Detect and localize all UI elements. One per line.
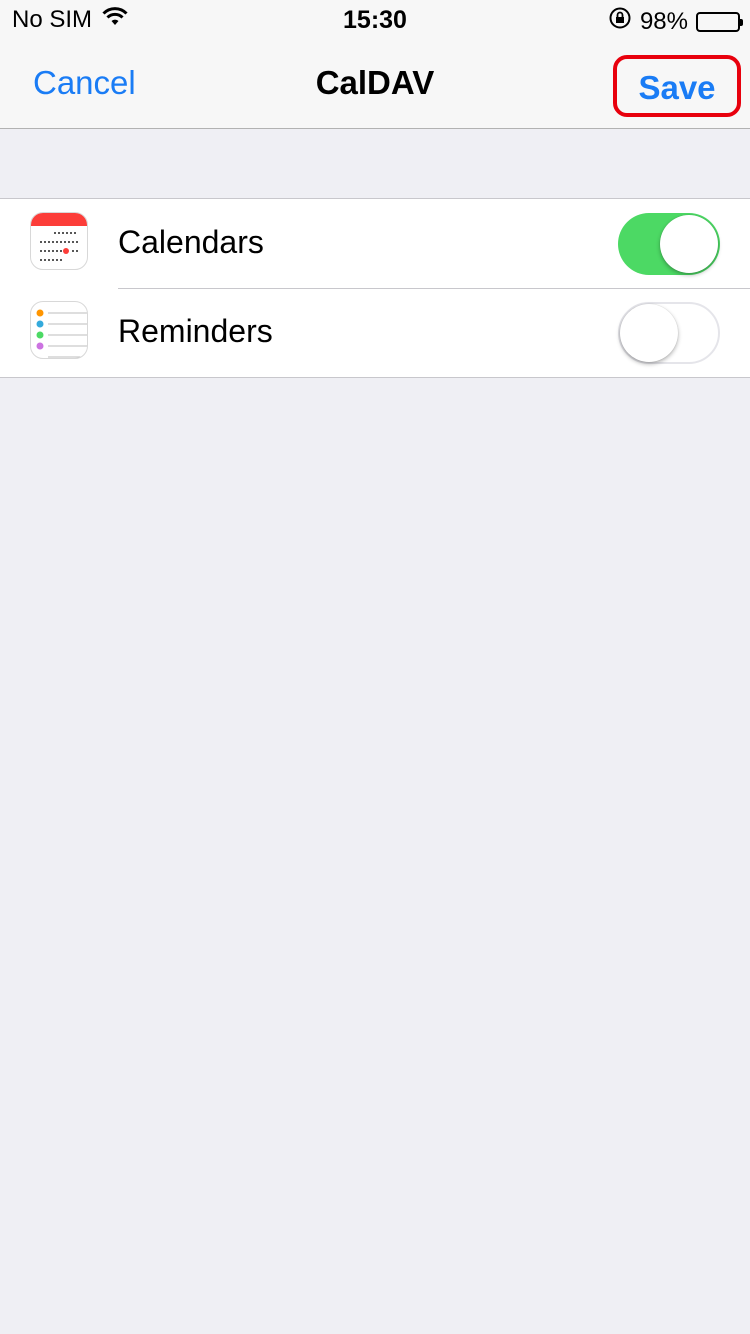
battery-icon [696, 11, 743, 32]
navigation-bar: Cancel CalDAV Save [0, 40, 750, 129]
reminders-toggle[interactable] [618, 302, 720, 364]
status-bar: No SIM 15:30 98% [0, 0, 750, 40]
battery-percent: 98% [639, 7, 688, 35]
calendars-label: Calendars [118, 224, 264, 260]
save-button[interactable]: Save [617, 69, 737, 107]
calendars-toggle[interactable] [618, 213, 720, 275]
reminders-label: Reminders [118, 313, 273, 349]
status-right: 98% [608, 6, 743, 37]
list-item-calendars: Calendars [0, 199, 750, 288]
toggle-knob [620, 304, 678, 362]
save-highlight: Save [613, 55, 741, 117]
rotation-lock-icon [608, 6, 632, 37]
calendar-app-icon [30, 212, 88, 270]
reminders-app-icon [30, 301, 88, 359]
settings-list: Calendars Reminders [0, 198, 750, 378]
toggle-knob [660, 215, 718, 273]
list-item-reminders: Reminders [0, 288, 750, 377]
